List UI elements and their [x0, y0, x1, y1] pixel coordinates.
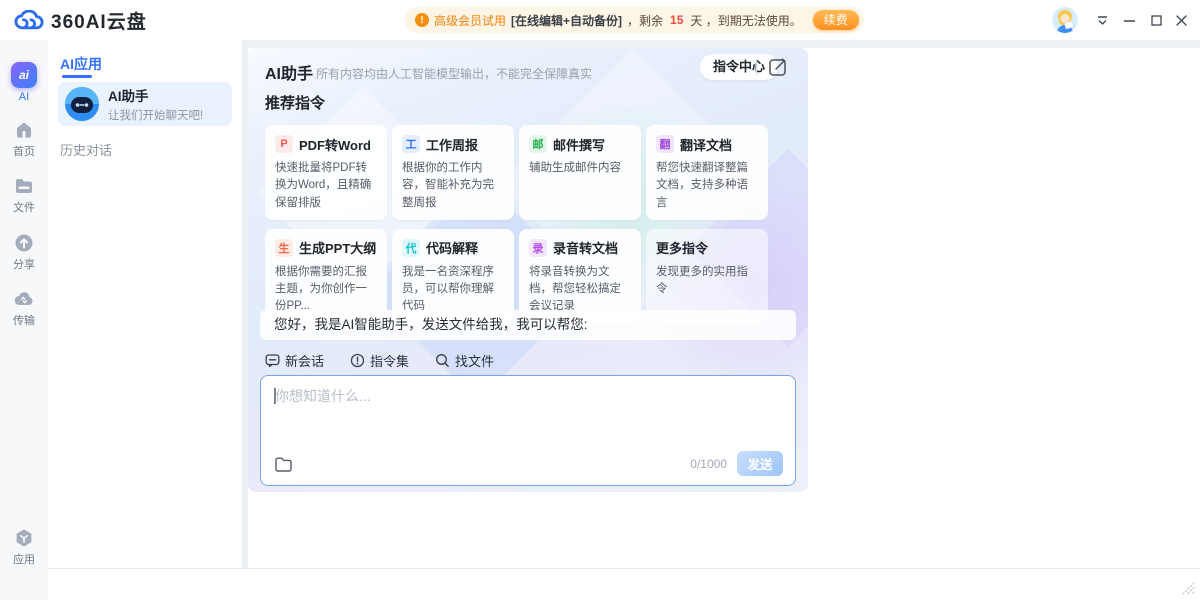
chat-bubble-icon [265, 353, 280, 368]
sidebar-item-share[interactable]: 分享 [0, 233, 48, 272]
membership-notice: ! 高级会员试用 [在线编辑+自动备份] ，剩余 15 天 ，到期无法使用。 续… [405, 7, 864, 33]
char-counter: 0/1000 [690, 457, 727, 471]
ai-icon: ai [11, 62, 37, 88]
share-icon [14, 233, 34, 253]
sidebar-item-label: 分享 [13, 256, 35, 272]
sidebar-item-ai[interactable]: ai AI [0, 62, 48, 103]
cloud-logo-icon [14, 10, 44, 32]
card-badge-icon: 工 [402, 135, 420, 153]
sidebar-item-label: 传输 [13, 312, 35, 328]
command-card-grid: P PDF转Word 快速批量将PDF转换为Word，且精确保留排版 工工作周报 … [265, 125, 777, 324]
apps-icon [14, 528, 34, 548]
card-description: 发现更多的实用指令 [656, 264, 758, 299]
collapse-icon[interactable] [1093, 11, 1111, 29]
close-icon[interactable] [1172, 11, 1190, 29]
recommend-commands-title: 推荐指令 [265, 92, 325, 113]
ai-apps-panel: AI应用 AI助手 让我们开始聊天吧! 历史对话 [48, 40, 242, 568]
card-title: 代码解释 [426, 238, 478, 257]
tab-active-underline [62, 75, 92, 78]
command-card-translate-document[interactable]: 翻翻译文档 帮您快速翻译整篇文档，支持多种语言 [646, 125, 768, 220]
ai-disclaimer: 所有内容均由人工智能模型输出，不能完全保障真实 [316, 65, 592, 82]
search-icon [435, 353, 450, 368]
command-card-weekly-report[interactable]: 工工作周报 根据你的工作内容，智能补充为完整周报 [392, 125, 514, 220]
sidebar-item-label: 文件 [13, 199, 35, 215]
command-set-icon [350, 353, 365, 368]
sidebar-item-transfer[interactable]: 传输 [0, 289, 48, 328]
topbar: 360AI云盘 ! 高级会员试用 [在线编辑+自动备份] ，剩余 15 天 ，到… [0, 0, 1200, 40]
card-title: 录音转文档 [553, 238, 618, 257]
find-file-button[interactable]: 找文件 [435, 351, 494, 370]
card-title: 更多指令 [656, 238, 708, 257]
page-title: AI助手 [265, 60, 313, 84]
status-footer [48, 568, 1200, 600]
sidebar-item-label: 首页 [13, 143, 35, 159]
main-sidebar: ai AI 首页 文件 分享 传输 应用 [0, 40, 48, 600]
send-button[interactable]: 发送 [737, 451, 783, 476]
card-badge-icon: 翻 [656, 135, 674, 153]
header-divider [756, 59, 757, 75]
card-description: 快速批量将PDF转换为Word，且精确保留排版 [275, 160, 377, 212]
card-description: 根据你的工作内容，智能补充为完整周报 [402, 160, 504, 212]
notice-mid-text: ，剩余 [627, 12, 663, 29]
card-badge-icon: 生 [275, 239, 293, 257]
minimize-icon[interactable] [1120, 11, 1138, 29]
sidebar-item-label: AI [19, 91, 29, 103]
conversation-item-ai-assistant[interactable]: AI助手 让我们开始聊天吧! [58, 82, 232, 126]
chat-toolbar: 新会话 指令集 找文件 [265, 351, 494, 370]
home-icon [14, 120, 34, 140]
message-input[interactable] [275, 386, 775, 446]
attach-file-icon[interactable] [274, 455, 294, 475]
trial-features: [在线编辑+自动备份] [511, 12, 622, 29]
ai-assistant-panel: AI助手 所有内容均由人工智能模型输出，不能完全保障真实 指令中心 推荐指令 P… [248, 48, 808, 492]
sidebar-item-home[interactable]: 首页 [0, 120, 48, 159]
card-description: 我是一名资深程序员，可以帮你理解代码 [402, 264, 504, 316]
assistant-greeting: 您好，我是AI智能助手，发送文件给我，我可以帮您: [260, 310, 796, 340]
renew-button[interactable]: 续费 [813, 10, 859, 30]
tab-ai-apps[interactable]: AI应用 [60, 54, 102, 74]
conversation-subtitle: 让我们开始聊天吧! [108, 107, 203, 123]
days-remaining: 15 [668, 13, 685, 27]
command-card-email-writing[interactable]: 邮邮件撰写 辅助生成邮件内容 [519, 125, 641, 220]
card-title: 翻译文档 [680, 135, 732, 154]
sidebar-item-label: 应用 [13, 551, 35, 567]
warning-icon: ! [415, 13, 429, 27]
notice-tail-text: 天 ，到期无法使用。 [690, 12, 801, 29]
sidebar-item-apps[interactable]: 应用 [0, 528, 48, 567]
resize-grip[interactable] [1180, 580, 1196, 596]
robot-avatar [65, 87, 99, 121]
card-title: 邮件撰写 [553, 135, 605, 154]
history-label: 历史对话 [60, 140, 112, 159]
card-title: PDF转Word [299, 135, 371, 154]
card-badge-icon: 录 [529, 239, 547, 257]
app-logo: 360AI云盘 [14, 7, 147, 34]
tool-label: 新会话 [285, 351, 324, 370]
user-avatar[interactable] [1052, 7, 1078, 33]
tool-label: 找文件 [455, 351, 494, 370]
tool-label: 指令集 [370, 351, 409, 370]
card-badge-icon: 代 [402, 239, 420, 257]
card-title: 生成PPT大纲 [299, 238, 376, 257]
new-session-button[interactable]: 新会话 [265, 351, 324, 370]
card-description: 将录音转换为文档，帮您轻松搞定会议记录 [529, 264, 631, 316]
maximize-icon[interactable] [1147, 11, 1165, 29]
trial-label: 高级会员试用 [434, 12, 506, 29]
command-card-pdf-to-word[interactable]: P PDF转Word 快速批量将PDF转换为Word，且精确保留排版 [265, 125, 387, 220]
folder-icon [14, 176, 34, 196]
card-description: 根据你需要的汇报主题，为你创作一份PP... [275, 264, 377, 316]
conversation-title: AI助手 [108, 85, 203, 105]
card-description: 帮您快速翻译整篇文档，支持多种语言 [656, 160, 758, 212]
card-title: 工作周报 [426, 135, 478, 154]
sidebar-item-files[interactable]: 文件 [0, 176, 48, 215]
card-badge-icon: 邮 [529, 135, 547, 153]
new-chat-edit-icon[interactable] [767, 56, 789, 78]
card-badge-icon: P [275, 135, 293, 153]
transfer-icon [14, 289, 34, 309]
card-description: 辅助生成邮件内容 [529, 160, 631, 177]
message-composer: 0/1000 发送 [260, 375, 796, 486]
app-title: 360AI云盘 [51, 7, 147, 34]
command-set-button[interactable]: 指令集 [350, 351, 409, 370]
